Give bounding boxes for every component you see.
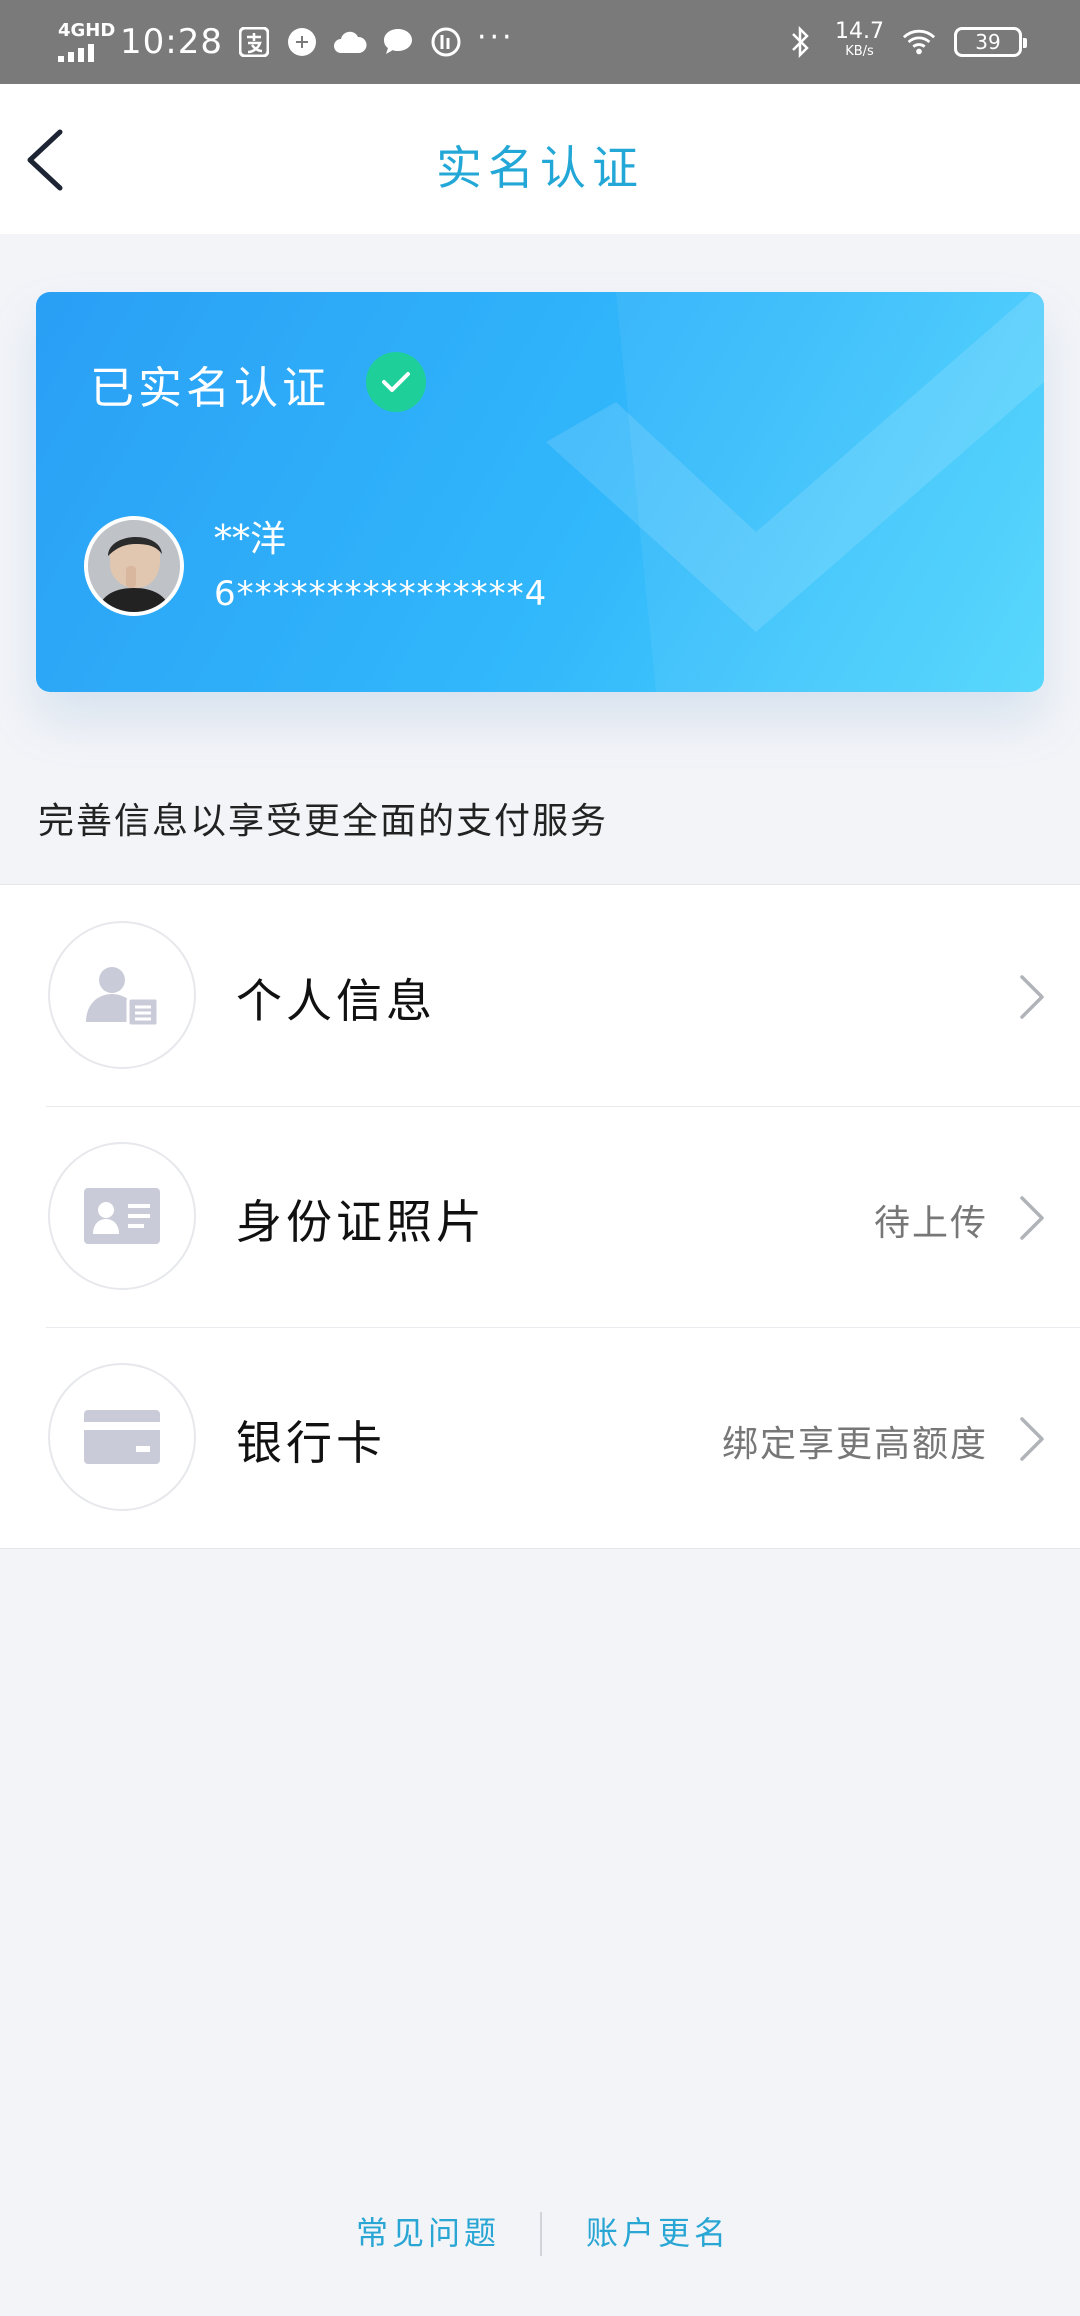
row-label: 身份证照片 xyxy=(236,1195,486,1249)
row-status: 绑定享更高额度 xyxy=(721,1424,988,1465)
sync-icon xyxy=(429,25,463,59)
message-icon xyxy=(381,25,415,59)
speed-value: 14.7 xyxy=(835,19,884,44)
status-bar: 4GHD 10:28 ··· 14.7 KB/s 39 xyxy=(0,0,1080,84)
nav-header: 实名认证 xyxy=(0,84,1080,234)
page-title: 实名认证 xyxy=(436,141,644,195)
wifi-icon xyxy=(902,25,936,59)
chat-bubble-icon xyxy=(285,25,319,59)
person-card-icon xyxy=(48,921,196,1069)
alipay-icon xyxy=(237,25,271,59)
user-id-number: 6****************4 xyxy=(214,574,548,614)
footer-links: 常见问题 账户更名 xyxy=(0,2208,1080,2258)
list-item-bank-card[interactable]: 银行卡 绑定享更高额度 xyxy=(0,1327,1080,1548)
row-status: 待上传 xyxy=(873,1203,988,1244)
list-item-personal-info[interactable]: 个人信息 xyxy=(0,885,1080,1106)
battery-icon: 39 xyxy=(954,27,1027,57)
chevron-right-icon xyxy=(1020,1417,1044,1461)
network-type: 4GHD xyxy=(58,20,116,41)
list-item-id-photo[interactable]: 身份证照片 待上传 xyxy=(0,1106,1080,1327)
network-speed: 14.7 KB/s xyxy=(835,19,884,62)
more-notifications-icon: ··· xyxy=(476,19,515,55)
user-name: **洋 xyxy=(214,519,287,560)
footer-divider xyxy=(540,2212,542,2256)
battery-level: 39 xyxy=(975,30,1001,54)
speed-unit: KB/s xyxy=(845,44,874,59)
row-label: 银行卡 xyxy=(236,1416,386,1470)
section-tip: 完善信息以享受更全面的支付服务 xyxy=(38,801,609,842)
check-circle-icon xyxy=(366,352,426,412)
id-card-icon xyxy=(48,1142,196,1290)
bank-card-icon xyxy=(48,1363,196,1511)
verification-card: 已实名认证 **洋 6****************4 xyxy=(36,292,1044,692)
cellular-signal-icon: 4GHD xyxy=(58,22,115,62)
chevron-right-icon xyxy=(1020,1196,1044,1240)
cloud-icon xyxy=(333,25,367,59)
verified-status: 已实名认证 xyxy=(90,363,330,414)
chevron-right-icon xyxy=(1020,975,1044,1019)
info-list: 个人信息 身份证照片 待上传 银行卡 绑定享更高额度 xyxy=(0,884,1080,1549)
account-rename-link[interactable]: 账户更名 xyxy=(586,2208,730,2254)
row-label: 个人信息 xyxy=(236,974,436,1028)
status-time: 10:28 xyxy=(120,22,223,62)
faq-link[interactable]: 常见问题 xyxy=(356,2208,500,2254)
avatar xyxy=(84,516,184,616)
bluetooth-icon xyxy=(783,25,817,59)
